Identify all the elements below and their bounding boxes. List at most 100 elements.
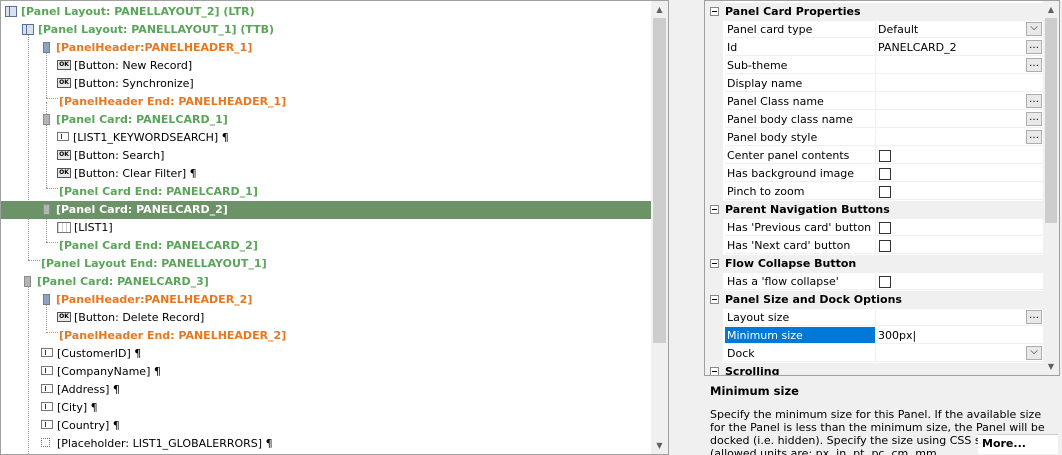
- tree-node-label: [City] ¶: [57, 401, 98, 414]
- tree-node[interactable]: [Panel Layout End: PANELLAYOUT_1]: [1, 255, 641, 273]
- tree-node[interactable]: [City] ¶: [1, 399, 641, 417]
- property-value[interactable]: [875, 165, 1043, 182]
- property-row[interactable]: Panel card type Default ⌵: [705, 21, 1043, 39]
- scroll-down-icon[interactable]: ▼: [651, 437, 668, 454]
- property-checkbox[interactable]: [879, 276, 891, 288]
- property-value[interactable]: ⌵: [875, 345, 1043, 362]
- tree-node[interactable]: [PanelHeader End: PANELHEADER_2]: [1, 327, 641, 345]
- property-value[interactable]: …: [875, 93, 1043, 110]
- property-name: Panel body style: [725, 129, 875, 146]
- ellipsis-button[interactable]: …: [1026, 58, 1042, 72]
- property-checkbox[interactable]: [879, 168, 891, 180]
- tree-node[interactable]: [Panel Card: PANELCARD_3]: [1, 273, 641, 291]
- ellipsis-button[interactable]: …: [1026, 40, 1042, 54]
- tree-node[interactable]: OK [Button: Clear Filter] ¶: [1, 165, 641, 183]
- ellipsis-button[interactable]: …: [1026, 112, 1042, 126]
- property-value[interactable]: [875, 273, 1043, 290]
- property-value[interactable]: …: [875, 57, 1043, 74]
- tree-node[interactable]: [Placeholder: LIST1_GLOBALERRORS] ¶: [1, 435, 641, 453]
- property-row[interactable]: Dock ⌵: [705, 345, 1043, 363]
- property-row[interactable]: Pinch to zoom: [705, 183, 1043, 201]
- property-category[interactable]: Panel Card Properties: [705, 3, 1043, 21]
- property-category[interactable]: Scrolling: [705, 363, 1043, 375]
- property-value[interactable]: [875, 147, 1043, 164]
- property-value[interactable]: PANELCARD_2…: [875, 39, 1043, 56]
- property-value[interactable]: [875, 219, 1043, 236]
- property-row[interactable]: Id PANELCARD_2…: [705, 39, 1043, 57]
- property-row[interactable]: Has background image: [705, 165, 1043, 183]
- collapse-icon[interactable]: [710, 205, 719, 214]
- property-name: Id: [725, 39, 875, 56]
- tree-node[interactable]: [Panel Card: PANELCARD_1]: [1, 111, 641, 129]
- tree-node[interactable]: OK [Button: Delete Record]: [1, 309, 641, 327]
- property-value[interactable]: Default ⌵: [875, 21, 1043, 38]
- property-row[interactable]: Panel body class name…: [705, 111, 1043, 129]
- property-checkbox[interactable]: [879, 240, 891, 252]
- tree-node[interactable]: OK [Button: Search]: [1, 147, 641, 165]
- collapse-icon[interactable]: [710, 7, 719, 16]
- tree-node-label: [PanelHeader End: PANELHEADER_1]: [59, 95, 287, 108]
- collapse-icon[interactable]: [710, 259, 719, 268]
- more-link[interactable]: More...: [978, 434, 1058, 454]
- property-value[interactable]: …: [875, 111, 1043, 128]
- dropdown-chevron-icon[interactable]: ⌵: [1026, 346, 1042, 360]
- property-value[interactable]: [875, 183, 1043, 200]
- property-row[interactable]: Display name: [705, 75, 1043, 93]
- scroll-thumb[interactable]: [653, 18, 666, 343]
- tree-node[interactable]: [LIST1]: [1, 219, 641, 237]
- tree-node[interactable]: [Country] ¶: [1, 417, 641, 435]
- scroll-down-icon[interactable]: ▼: [1043, 358, 1059, 375]
- placeholder-icon: [41, 438, 50, 447]
- pilcrow-mark: ¶: [218, 131, 229, 144]
- button-icon: OK: [57, 78, 71, 88]
- collapse-icon[interactable]: [710, 295, 719, 304]
- tree-node[interactable]: [PanelHeader:PANELHEADER_1]: [1, 39, 641, 57]
- scroll-up-icon[interactable]: ▲: [1043, 1, 1059, 18]
- dropdown-chevron-icon[interactable]: ⌵: [1026, 22, 1042, 36]
- property-row[interactable]: Has 'Previous card' button: [705, 219, 1043, 237]
- property-checkbox[interactable]: [879, 150, 891, 162]
- ellipsis-button[interactable]: …: [1026, 94, 1042, 108]
- property-value[interactable]: [875, 237, 1043, 254]
- tree-node[interactable]: [Panel Card: PANELCARD_2]: [1, 201, 651, 219]
- property-value[interactable]: [875, 75, 1043, 92]
- collapse-icon[interactable]: [710, 367, 719, 375]
- panel-card-icon: [43, 204, 50, 215]
- tree-node[interactable]: [CustomerID] ¶: [1, 345, 641, 363]
- tree-scrollbar[interactable]: ▲ ▼: [651, 1, 668, 454]
- property-row[interactable]: Panel body style …: [705, 129, 1043, 147]
- property-checkbox[interactable]: [879, 186, 891, 198]
- panel-tree: [Panel Layout: PANELLAYOUT_2] (LTR) [Pane…: [0, 0, 669, 455]
- tree-node[interactable]: [CompanyName] ¶: [1, 363, 641, 381]
- property-checkbox[interactable]: [879, 222, 891, 234]
- tree-node[interactable]: [Panel Card End: PANELCARD_1]: [1, 183, 641, 201]
- tree-node[interactable]: [LIST1_KEYWORDSEARCH] ¶: [1, 129, 641, 147]
- property-row[interactable]: Center panel contents: [705, 147, 1043, 165]
- property-row[interactable]: Minimum size 300px|: [705, 327, 1043, 345]
- property-value[interactable]: 300px|: [875, 327, 1043, 344]
- property-category[interactable]: Parent Navigation Buttons: [705, 201, 1043, 219]
- ellipsis-button[interactable]: …: [1026, 130, 1042, 144]
- property-row[interactable]: Has 'Next card' button: [705, 237, 1043, 255]
- scroll-up-icon[interactable]: ▲: [651, 1, 668, 18]
- tree-node[interactable]: [Panel Layout: PANELLAYOUT_2] (LTR): [1, 3, 641, 21]
- scroll-thumb[interactable]: [1045, 18, 1057, 223]
- help-title: Minimum size: [710, 384, 799, 398]
- tree-node[interactable]: [Address] ¶: [1, 381, 641, 399]
- property-scrollbar[interactable]: ▲ ▼: [1043, 1, 1059, 375]
- property-category[interactable]: Panel Size and Dock Options: [705, 291, 1043, 309]
- tree-node[interactable]: [PanelHeader End: PANELHEADER_1]: [1, 93, 641, 111]
- property-row[interactable]: Has a 'flow collapse' button: [705, 273, 1043, 305]
- property-value[interactable]: …: [875, 129, 1043, 146]
- ellipsis-button[interactable]: …: [1026, 310, 1042, 324]
- property-row[interactable]: Sub-theme…: [705, 57, 1043, 75]
- property-category[interactable]: Flow Collapse Button: [705, 255, 1043, 273]
- tree-node[interactable]: [Panel Card End: PANELCARD_2]: [1, 237, 641, 255]
- tree-node[interactable]: OK [Button: Synchronize]: [1, 75, 641, 93]
- property-row[interactable]: Layout size…: [705, 309, 1043, 327]
- property-value[interactable]: …: [875, 309, 1043, 326]
- tree-node[interactable]: [Panel Layout: PANELLAYOUT_1] (TTB): [1, 21, 641, 39]
- tree-node[interactable]: [PanelHeader:PANELHEADER_2]: [1, 291, 641, 309]
- property-row[interactable]: Panel Class name…: [705, 93, 1043, 111]
- tree-node[interactable]: OK [Button: New Record]: [1, 57, 641, 75]
